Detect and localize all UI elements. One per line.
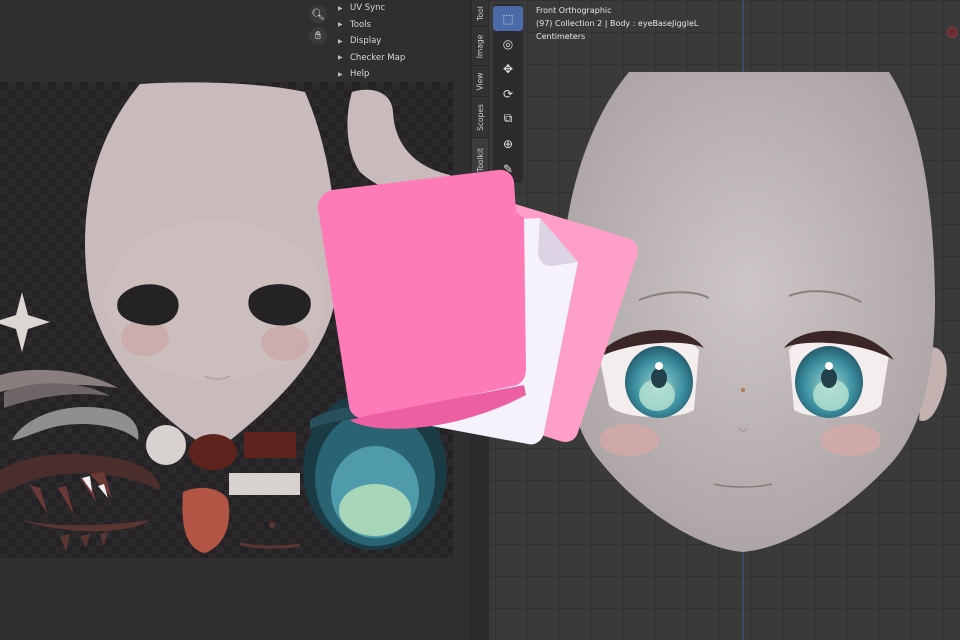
panel-display[interactable]: ▶ Display bbox=[338, 33, 468, 50]
expand-arrow-icon: ▶ bbox=[338, 4, 343, 12]
panel-uv-sync[interactable]: ▶ UV Sync bbox=[338, 0, 468, 17]
mouth-uv bbox=[189, 434, 237, 470]
tab-label: Tool bbox=[475, 5, 485, 21]
tab-scopes[interactable]: Scopes bbox=[472, 97, 488, 138]
panel-checker-map[interactable]: ▶ Checker Map bbox=[338, 50, 468, 67]
white-circle-uv bbox=[146, 425, 186, 465]
scale-icon[interactable]: ⧉ bbox=[493, 106, 523, 131]
tool-strip: ⬚ ◎ ✥ ⟳ ⧉ ⊕ ✎ bbox=[493, 4, 523, 183]
zoom-icon[interactable]: 🔍︎ bbox=[309, 5, 327, 23]
hand-pan-icon[interactable]: ✋︎ bbox=[309, 27, 327, 45]
rotate-icon[interactable]: ⟳ bbox=[493, 81, 523, 106]
files-icon bbox=[317, 169, 638, 445]
panel-label: Help bbox=[350, 69, 370, 80]
cursor-icon[interactable]: ◎ bbox=[493, 31, 523, 56]
record-icon[interactable] bbox=[947, 27, 958, 38]
tab-view[interactable]: View bbox=[472, 66, 488, 97]
transform-icon[interactable]: ⊕ bbox=[493, 131, 523, 156]
tab-tool[interactable]: Tool bbox=[472, 0, 488, 27]
viewport-info: Front Orthographic (97) Collection 2 | B… bbox=[536, 4, 698, 43]
panel-label: Display bbox=[350, 36, 382, 47]
panel-label: UV Sync bbox=[350, 3, 386, 14]
tab-image[interactable]: Image bbox=[472, 27, 488, 66]
tab-label: Scopes bbox=[475, 103, 485, 131]
collection-info: (97) Collection 2 | Body : eyeBaseJiggle… bbox=[536, 19, 699, 28]
front-page bbox=[317, 169, 526, 419]
move-icon[interactable]: ✥ bbox=[493, 56, 523, 81]
panel-label: Checker Map bbox=[350, 52, 406, 63]
uv-panel-menu: ▶ UV Sync ▶ Tools ▶ Display ▶ Checker Map ▶ H… bbox=[338, 0, 468, 82]
tab-label: Image bbox=[475, 34, 485, 58]
tongue-uv bbox=[182, 487, 230, 553]
white-rect-uv bbox=[229, 473, 300, 495]
uv-editor-header: 🔍︎ ✋︎ ▶ UV Sync ▶ Tools ▶ Display ▶ Checker … bbox=[0, 0, 470, 82]
tab-label: View bbox=[475, 72, 485, 90]
expand-arrow-icon: ▶ bbox=[338, 37, 343, 45]
panel-help[interactable]: ▶ Help bbox=[338, 66, 468, 83]
sparkle-uv bbox=[0, 292, 50, 352]
select-box-icon[interactable]: ⬚ bbox=[493, 6, 523, 31]
units-label: Centimeters bbox=[536, 32, 586, 41]
panel-tools[interactable]: ▶ Tools bbox=[338, 17, 468, 34]
expand-arrow-icon: ▶ bbox=[338, 54, 343, 62]
panel-label: Tools bbox=[350, 19, 371, 30]
red-rect-uv bbox=[244, 432, 296, 458]
expand-arrow-icon: ▶ bbox=[338, 70, 343, 78]
view-name: Front Orthographic bbox=[536, 6, 612, 15]
expand-arrow-icon: ▶ bbox=[338, 21, 343, 29]
